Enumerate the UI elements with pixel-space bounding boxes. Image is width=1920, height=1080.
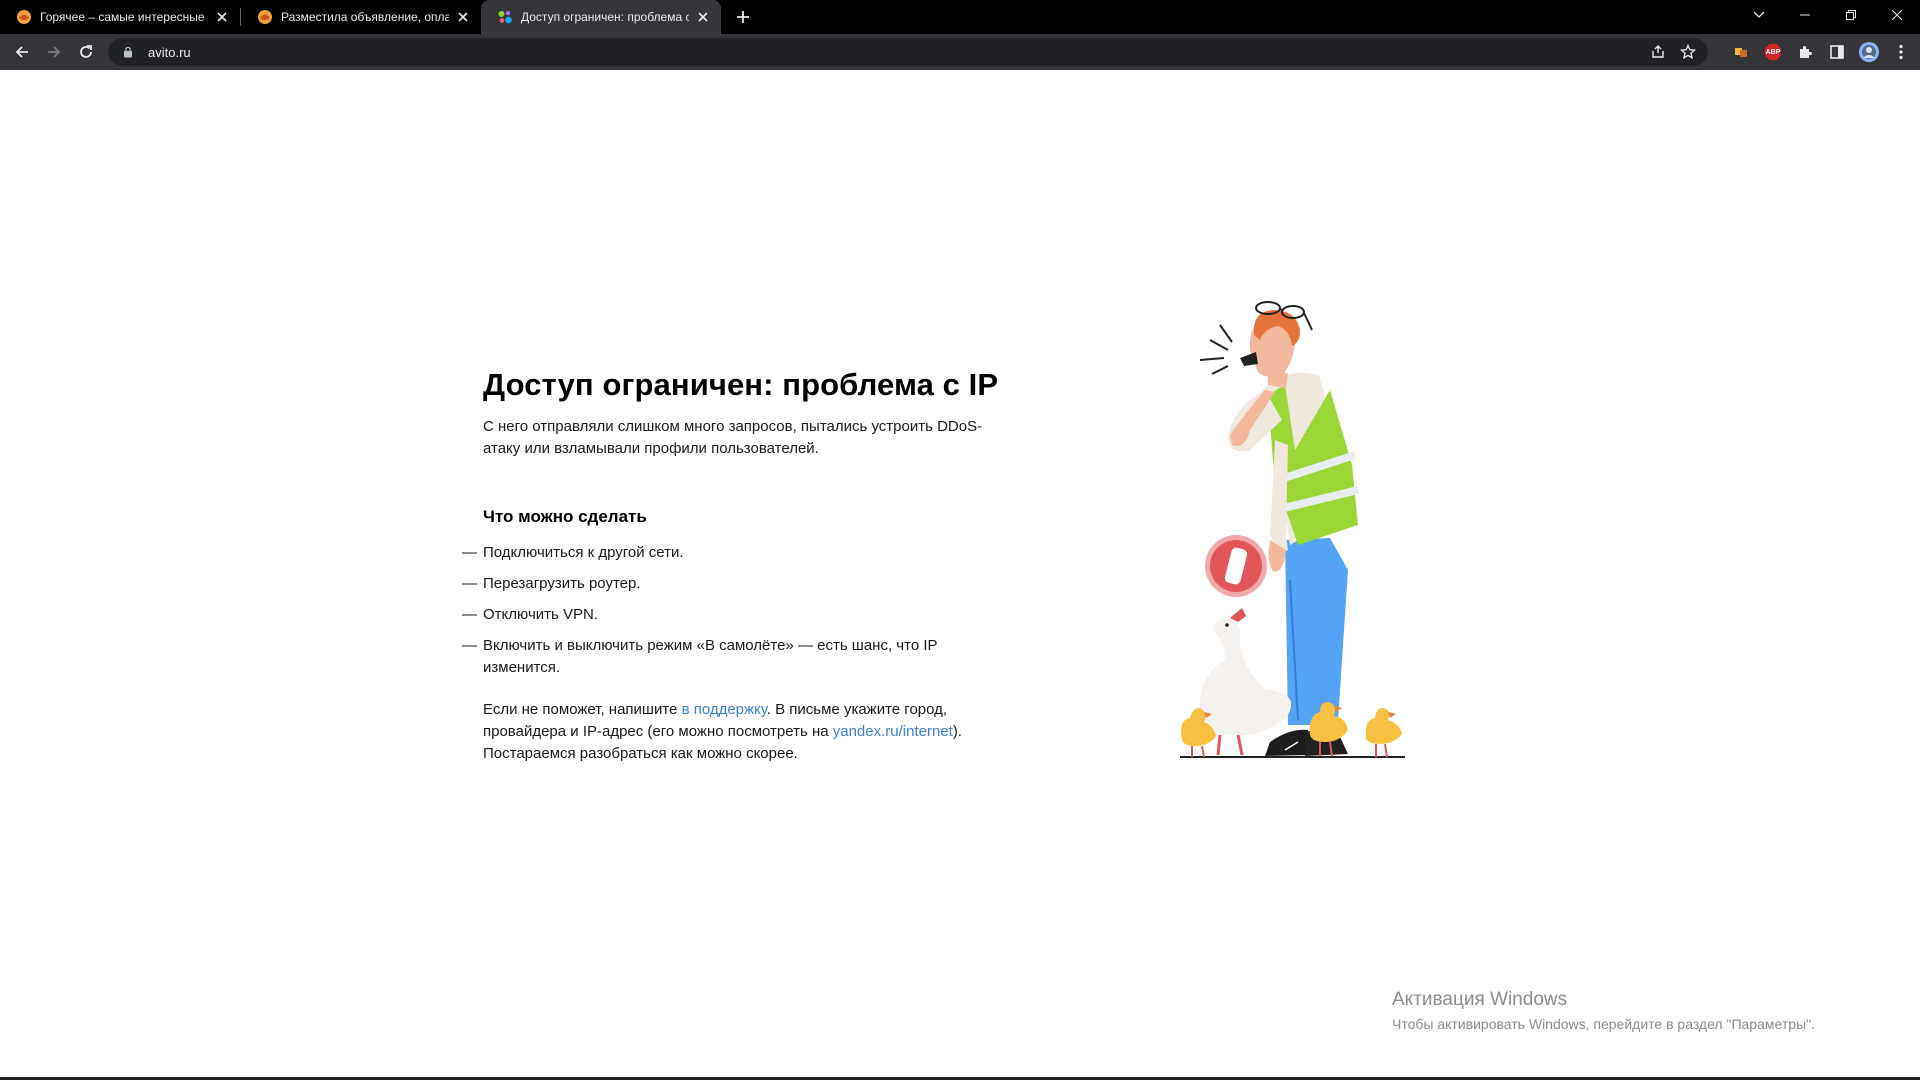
sound-lines	[1199, 324, 1233, 375]
error-description: С него отправляли слишком много запросов…	[483, 418, 983, 457]
support-note: Если не поможет, напишите в поддержку. В…	[483, 699, 1013, 765]
list-item: — Подключиться к другой сети.	[462, 542, 1023, 564]
error-message-block: Доступ ограничен: проблема с IP С него о…	[462, 366, 1023, 765]
address-bar[interactable]: avito.ru	[108, 38, 1708, 66]
list-dash: —	[462, 637, 477, 654]
shoe-shape	[1265, 729, 1310, 756]
window-controls	[1736, 0, 1920, 34]
support-link[interactable]: в поддержку	[682, 701, 767, 718]
forward-button[interactable]	[38, 36, 70, 68]
close-icon[interactable]	[214, 9, 230, 25]
browser-menu-button[interactable]	[1890, 41, 1912, 63]
support-note-text: Если не поможет, напишите	[483, 701, 682, 718]
activation-title: Активация Windows	[1392, 989, 1568, 1010]
pikabu-favicon-icon	[17, 10, 31, 24]
blocked-illustration	[1180, 301, 1405, 758]
adblock-button[interactable]: ABP	[1762, 41, 1784, 63]
step-text: Включить и выключить режим «В самолёте» …	[483, 637, 938, 676]
what-to-do-heading: Что можно сделать	[483, 507, 647, 526]
close-icon[interactable]	[455, 9, 471, 25]
tab-title: Доступ ограничен: проблема с	[521, 10, 689, 24]
minimize-icon	[1800, 14, 1810, 16]
page-title: Доступ ограничен: проблема с IP	[483, 367, 999, 402]
list-item: — Отключить VPN.	[462, 604, 1023, 626]
browser-tab-1[interactable]: Горячее – самые интересные и	[0, 0, 240, 34]
browser-toolbar: avito.ru ABP	[0, 34, 1920, 70]
pikabu-favicon-icon	[258, 10, 272, 24]
side-panel-button[interactable]	[1826, 41, 1848, 63]
arrow-left-icon	[15, 46, 28, 58]
new-tab-button[interactable]	[729, 3, 757, 31]
browser-tab-2[interactable]: Разместила объявление, оплати	[241, 0, 481, 34]
translate-extension-button[interactable]	[1730, 41, 1752, 63]
bookmark-star-icon[interactable]	[1680, 44, 1696, 60]
avito-favicon-icon	[498, 10, 512, 24]
translate-extension-icon	[1735, 48, 1747, 57]
reload-button[interactable]	[70, 36, 102, 68]
back-button[interactable]	[6, 36, 38, 68]
tab-strip: Горячее – самые интересные и Разместила …	[0, 0, 1920, 34]
lock-icon[interactable]	[122, 46, 134, 58]
adblock-label: ABP	[1765, 48, 1781, 56]
step-text: Отключить VPN.	[483, 606, 598, 623]
restore-button[interactable]	[1828, 0, 1874, 30]
step-text: Подключиться к другой сети.	[483, 544, 684, 561]
chevron-down-icon	[1753, 11, 1765, 18]
close-icon	[1892, 10, 1902, 20]
side-panel-icon	[1830, 45, 1844, 59]
steps-list: — Подключиться к другой сети. — Перезагруз…	[462, 542, 1023, 679]
tab-title: Горячее – самые интересные и	[40, 10, 208, 24]
pants-shape	[1285, 538, 1348, 725]
arrow-right-icon	[48, 46, 61, 58]
list-dash: —	[462, 544, 477, 561]
tab-search-button[interactable]	[1736, 0, 1782, 30]
puzzle-extensions-icon	[1800, 46, 1812, 58]
omnibox-actions	[1650, 38, 1696, 66]
url-text[interactable]: avito.ru	[148, 45, 191, 60]
list-item: — Включить и выключить режим «В самолёте»…	[462, 635, 1003, 679]
share-icon[interactable]	[1650, 44, 1666, 60]
minimize-button[interactable]	[1782, 0, 1828, 30]
yandex-internet-link[interactable]: yandex.ru/internet	[833, 723, 953, 740]
tab-title: Разместила объявление, оплати	[281, 10, 449, 24]
plus-icon	[737, 11, 749, 23]
extensions-button[interactable]	[1794, 41, 1816, 63]
list-item: — Перезагрузить роутер.	[462, 573, 1023, 595]
extensions-area: ABP	[1730, 36, 1912, 68]
activation-subtitle: Чтобы активировать Windows, перейдите в …	[1392, 1016, 1815, 1032]
browser-tab-active[interactable]: Доступ ограничен: проблема с	[481, 0, 721, 34]
reload-icon	[80, 45, 92, 58]
windows-activation-watermark: Активация Windows Чтобы активировать Win…	[1392, 988, 1815, 1034]
goose-shape	[1199, 618, 1292, 736]
step-text: Перезагрузить роутер.	[483, 575, 641, 592]
profile-avatar-icon	[1859, 42, 1879, 62]
profile-button[interactable]	[1858, 41, 1880, 63]
duckling	[1365, 708, 1402, 758]
close-icon[interactable]	[695, 9, 711, 25]
list-dash: —	[462, 606, 477, 623]
whistle-shape	[1240, 352, 1258, 366]
close-window-button[interactable]	[1874, 0, 1920, 30]
page-content: Доступ ограничен: проблема с IP С него о…	[0, 70, 1920, 1080]
list-dash: —	[462, 575, 477, 592]
kebab-menu-icon	[1899, 44, 1903, 60]
restore-icon	[1846, 10, 1856, 20]
